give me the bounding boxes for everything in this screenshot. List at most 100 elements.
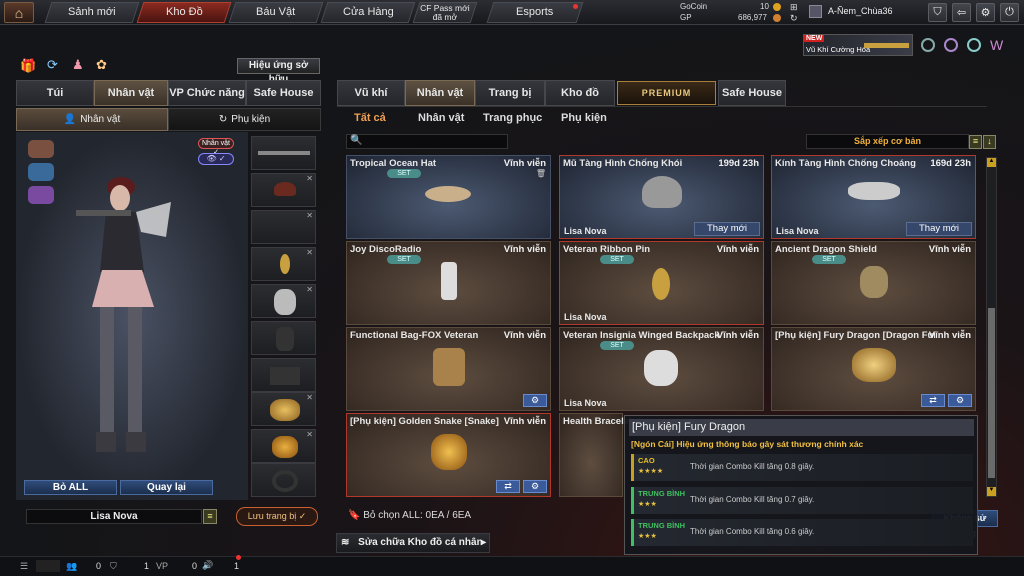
exit-room-icon[interactable]: ⇦ <box>952 3 971 22</box>
scrollbar[interactable]: ▲ ▼ <box>986 157 997 497</box>
item-card[interactable]: Veteran Insignia Winged Backpack Vĩnh vi… <box>559 327 764 411</box>
clan-status-icon[interactable]: ⛉ <box>110 561 117 572</box>
swap-icon[interactable]: ⇄ <box>496 480 520 493</box>
scroll-up-icon[interactable]: ▲ <box>987 158 996 167</box>
item-card[interactable]: Mũ Tàng Hình Chống Khói 199d 23h Lisa No… <box>559 155 764 239</box>
slot-empty-2[interactable] <box>251 358 316 392</box>
filter-outfit[interactable]: Trang phục <box>483 112 542 124</box>
item-card[interactable]: Functional Bag-FOX Veteran Vĩnh viễn ⚙ <box>346 327 551 411</box>
right-tab-weapon[interactable]: Vũ khí <box>337 80 405 106</box>
trash-icon[interactable]: 🗑 <box>536 169 546 178</box>
filter-all[interactable]: Tất cả <box>354 112 386 124</box>
gift-icon[interactable]: 🎁 <box>20 58 36 74</box>
sync-icon[interactable]: ⟳ <box>47 57 58 73</box>
item-card[interactable]: Ancient Dragon Shield Vĩnh viễn SET <box>771 241 976 325</box>
slot-accessory-2[interactable]: ✕ <box>251 429 316 463</box>
nav-tab-treasure[interactable]: Báu Vật <box>228 2 324 23</box>
slot-backpack[interactable]: ✕ <box>251 284 316 318</box>
power-icon[interactable]: ⏻ <box>1000 3 1019 22</box>
sort-dropdown[interactable]: Sắp xếp cơ bản <box>806 134 969 149</box>
item-duration: Vĩnh viễn <box>503 416 546 427</box>
item-card[interactable]: Veteran Ribbon Pin Vĩnh viễn SET Lisa No… <box>559 241 764 325</box>
mission-icon[interactable] <box>944 38 958 52</box>
add-coin-icon[interactable]: ⊞ <box>790 2 798 13</box>
remove-icon[interactable]: ✕ <box>306 285 313 294</box>
scroll-thumb[interactable] <box>988 308 995 478</box>
nav-tab-lobby[interactable]: Sảnh mới <box>44 2 140 23</box>
friends-icon[interactable]: 👥 <box>66 561 77 572</box>
menu-icon[interactable]: ≡ <box>203 509 217 524</box>
sort-direction-icon[interactable]: ↓ <box>983 135 996 149</box>
remove-icon[interactable]: ✕ <box>306 211 313 220</box>
event-icon[interactable] <box>921 38 935 52</box>
emblem-slot-3[interactable] <box>28 186 54 204</box>
nav-tab-inventory[interactable]: Kho Đồ <box>136 2 232 23</box>
slot-mask[interactable]: ✕ <box>251 210 316 244</box>
remove-icon[interactable]: ✕ <box>306 430 313 439</box>
nav-tab-cfpass[interactable]: CF Pass mới đã mở <box>412 2 478 23</box>
filter-character[interactable]: Nhân vật <box>418 112 464 124</box>
list-icon[interactable]: ☰ <box>20 561 28 572</box>
right-tab-character[interactable]: Nhân vật <box>405 80 475 106</box>
slot-pin[interactable]: ✕ <box>251 247 316 281</box>
set-badge: SET <box>387 255 421 264</box>
character-icon[interactable]: ♟ <box>72 57 84 73</box>
item-card[interactable]: Kính Tàng Hình Chống Choáng 169d 23h Lis… <box>771 155 976 239</box>
emblem-slot-2[interactable] <box>28 163 54 181</box>
remove-icon[interactable]: ✕ <box>306 174 313 183</box>
subtab-accessory[interactable]: ↻ Phụ kiện <box>168 108 321 131</box>
gear-icon[interactable]: ⚙ <box>523 480 547 493</box>
left-tab-bag[interactable]: Túi <box>16 80 94 106</box>
character-badge[interactable]: Nhân vật ✓ <box>198 138 234 156</box>
slot-accessory-3[interactable] <box>251 463 316 497</box>
nav-tab-esports[interactable]: Esports <box>486 2 584 23</box>
scroll-down-icon[interactable]: ▼ <box>987 487 996 496</box>
chat-input[interactable] <box>36 560 60 572</box>
promo-banner[interactable]: NEW Vũ Khí Cường Hóa <box>803 34 913 56</box>
slot-hat[interactable]: ✕ <box>251 173 316 207</box>
left-tab-vp[interactable]: VP Chức năng <box>168 80 246 106</box>
slot-accessory-1[interactable]: ✕ <box>251 392 316 426</box>
renew-button[interactable]: Thay mới <box>694 222 760 236</box>
item-card[interactable]: [Phụ kiện] Fury Dragon [Dragon Fury] Vĩn… <box>771 327 976 411</box>
swap-icon[interactable]: ⇄ <box>921 394 945 407</box>
item-card[interactable]: Tropical Ocean Hat Vĩnh viễn SET 🗑 <box>346 155 551 239</box>
vip-icon[interactable]: W <box>990 37 1003 53</box>
right-tab-gear[interactable]: Trang bị <box>475 80 545 106</box>
right-tab-premium[interactable]: PREMIUM <box>617 81 716 105</box>
owned-effects-button[interactable]: Hiệu ứng sở hữu <box>237 58 320 85</box>
remove-icon[interactable]: ✕ <box>306 393 313 402</box>
left-tab-safehouse[interactable]: Safe House <box>246 80 321 106</box>
right-tab-safehouse[interactable]: Safe House <box>718 80 786 106</box>
repair-button[interactable]: ≋ Sửa chữa Kho đồ cá nhân ▸ <box>336 533 490 553</box>
save-loadout-button[interactable]: Lưu trang bị ✓ <box>236 507 318 526</box>
subtab-character[interactable]: 👤 Nhân vật <box>16 108 168 131</box>
refresh-icon[interactable]: ↻ <box>790 13 798 24</box>
speaker-icon[interactable]: 🔊 <box>202 560 213 571</box>
remove-icon[interactable]: ✕ <box>306 248 313 257</box>
item-card[interactable]: Health Bracelet <box>559 413 632 497</box>
clan-icon[interactable]: ⛉ <box>928 3 947 22</box>
renew-button[interactable]: Thay mới <box>906 222 972 236</box>
settings-icon[interactable]: ⚙ <box>976 3 995 22</box>
visibility-toggle[interactable]: 👁 ✓ <box>198 153 234 165</box>
item-card[interactable]: [Phụ kiện] Golden Snake [Snake] Vĩnh viễ… <box>346 413 551 497</box>
right-tab-storage[interactable]: Kho đồ <box>545 80 615 106</box>
search-input[interactable]: 🔍 <box>346 134 508 149</box>
slot-weapon[interactable] <box>251 136 316 170</box>
emblem-slot-1[interactable] <box>28 140 54 158</box>
vp-icon[interactable]: VP <box>156 561 168 571</box>
gear-icon[interactable]: ⚙ <box>948 394 972 407</box>
nav-tab-shop[interactable]: Cửa Hàng <box>320 2 416 23</box>
item-card[interactable]: Joy DiscoRadio Vĩnh viễn SET <box>346 241 551 325</box>
back-button[interactable]: Quay lại <box>120 480 213 495</box>
slot-empty-1[interactable] <box>251 321 316 355</box>
home-button[interactable]: ⌂ <box>4 2 34 23</box>
gear-icon[interactable]: ⚙ <box>523 394 547 407</box>
filter-accessory[interactable]: Phụ kiện <box>561 112 607 124</box>
left-tab-character[interactable]: Nhân vật <box>94 80 168 106</box>
reward-icon[interactable] <box>967 38 981 52</box>
pet-icon[interactable]: ✿ <box>96 57 107 73</box>
sort-menu-icon[interactable]: ≡ <box>969 135 982 149</box>
remove-all-button[interactable]: Bỏ ALL <box>24 480 117 495</box>
